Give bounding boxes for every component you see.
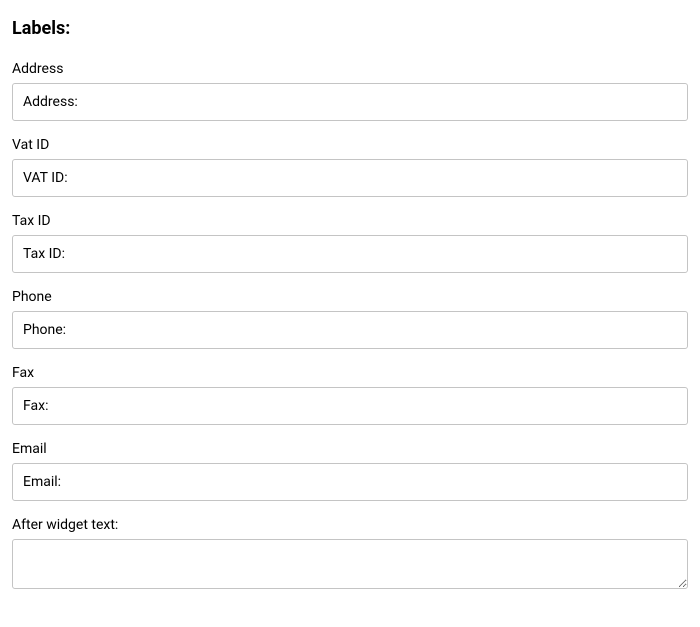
form-group-after-widget-text: After widget text:: [12, 517, 688, 593]
address-input[interactable]: [12, 83, 688, 121]
vat-id-input[interactable]: [12, 159, 688, 197]
fax-input[interactable]: [12, 387, 688, 425]
form-group-phone: Phone: [12, 289, 688, 349]
tax-id-label: Tax ID: [12, 213, 688, 229]
vat-id-label: Vat ID: [12, 137, 688, 153]
email-label: Email: [12, 441, 688, 457]
form-group-address: Address: [12, 61, 688, 121]
after-widget-text-textarea[interactable]: [12, 539, 688, 589]
form-group-vat-id: Vat ID: [12, 137, 688, 197]
section-title: Labels:: [12, 18, 688, 39]
after-widget-text-label: After widget text:: [12, 517, 688, 533]
phone-input[interactable]: [12, 311, 688, 349]
form-group-fax: Fax: [12, 365, 688, 425]
tax-id-input[interactable]: [12, 235, 688, 273]
phone-label: Phone: [12, 289, 688, 305]
form-group-email: Email: [12, 441, 688, 501]
form-group-tax-id: Tax ID: [12, 213, 688, 273]
address-label: Address: [12, 61, 688, 77]
fax-label: Fax: [12, 365, 688, 381]
email-input[interactable]: [12, 463, 688, 501]
